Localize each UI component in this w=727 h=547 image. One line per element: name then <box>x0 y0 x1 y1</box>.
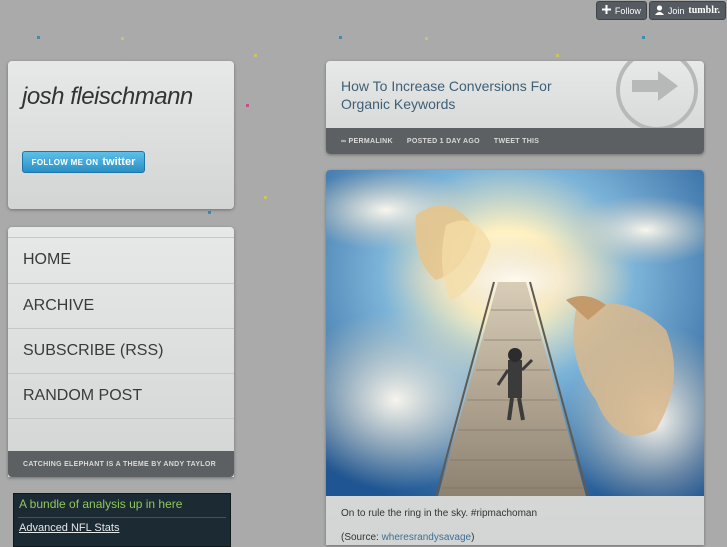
widget-title: A bundle of analysis up in here <box>19 497 183 511</box>
twitter-logo: twitter <box>102 156 136 168</box>
source-link[interactable]: wheresrandysavage <box>382 532 472 543</box>
photo-caption: On to rule the ring in the sky. #ripmach… <box>341 508 538 519</box>
post-title-link[interactable]: How To Increase Conversions For Organic … <box>341 77 591 113</box>
permalink-link[interactable]: ∞ PERMALINK <box>341 138 393 145</box>
tumblr-logo: tumblr. <box>688 5 720 16</box>
post-photo[interactable] <box>326 170 704 496</box>
nav-menu: HOME ARCHIVE SUBSCRIBE (RSS) RANDOM POST <box>8 227 234 477</box>
plus-icon <box>601 5 611 16</box>
tweet-this-link[interactable]: TWEET THIS <box>494 138 539 145</box>
twitter-button-label: FOLLOW ME ON <box>31 157 99 167</box>
join-tumblr-button[interactable]: Join tumblr. <box>648 1 726 20</box>
posted-time-link[interactable]: POSTED 1 DAY AGO <box>407 138 480 145</box>
blog-header-card: josh fleischmann FOLLOW ME ON twitter <box>8 61 234 209</box>
photo-source: (Source: wheresrandysavage) <box>341 532 474 543</box>
join-label: Join <box>667 5 685 16</box>
follow-twitter-button[interactable]: FOLLOW ME ON twitter <box>22 151 145 173</box>
nav-item-subscribe-rss[interactable]: SUBSCRIBE (RSS) <box>8 328 234 373</box>
user-icon <box>654 4 664 17</box>
follow-label: Follow <box>614 5 641 16</box>
widget-divider <box>18 517 226 518</box>
source-prefix: (Source: <box>341 532 382 543</box>
blog-title[interactable]: josh fleischmann <box>22 83 193 111</box>
post-meta-bar: ∞ PERMALINK POSTED 1 DAY AGO TWEET THIS <box>326 128 704 154</box>
follow-button[interactable]: Follow <box>595 1 647 20</box>
tumblr-controls: Follow Join tumblr. <box>595 1 726 20</box>
links-widget: A bundle of analysis up in here Advanced… <box>13 493 231 547</box>
photo-post: On to rule the ring in the sky. #ripmach… <box>326 170 704 545</box>
nav-item-random-post[interactable]: RANDOM POST <box>8 373 234 418</box>
nav-divider <box>8 418 234 419</box>
link-post: How To Increase Conversions For Organic … <box>326 61 704 154</box>
nav-item-archive[interactable]: ARCHIVE <box>8 283 234 328</box>
source-suffix: ) <box>471 532 475 543</box>
theme-credit: CATCHING ELEPHANT IS A THEME BY ANDY TAY… <box>8 451 234 477</box>
arrow-right-icon[interactable] <box>616 61 698 131</box>
widget-link-advanced-nfl-stats[interactable]: Advanced NFL Stats <box>19 522 119 534</box>
nav-item-home[interactable]: HOME <box>8 237 234 282</box>
